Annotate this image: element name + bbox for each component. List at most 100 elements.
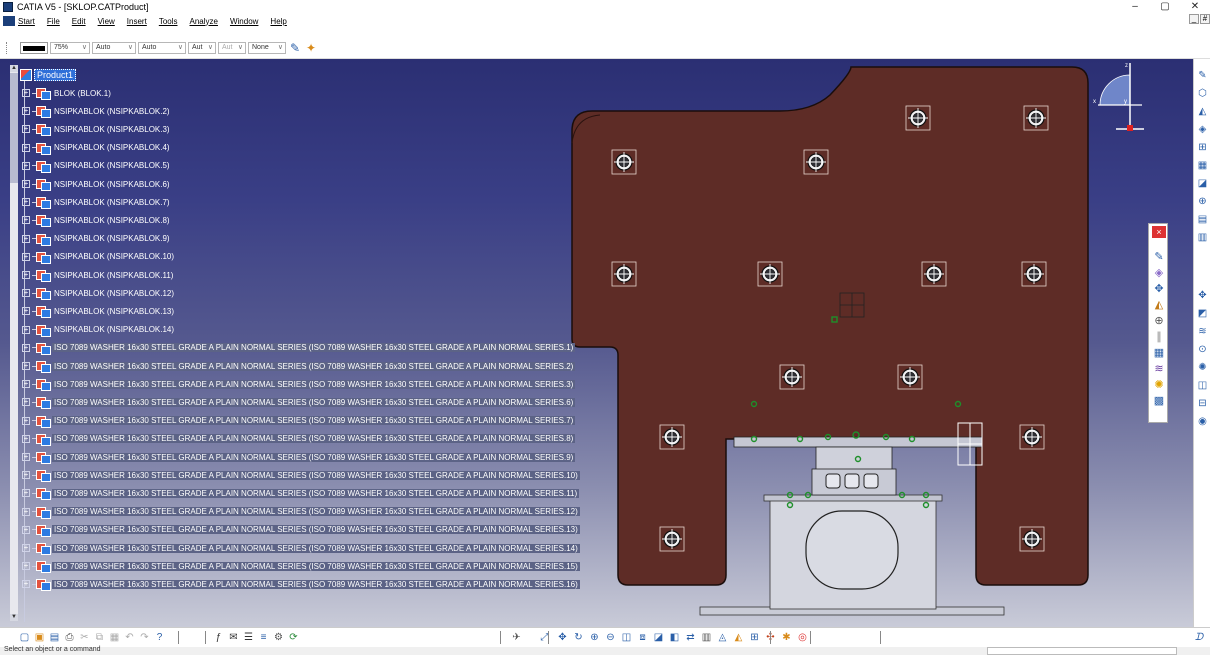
menu-file[interactable]: File [47, 17, 60, 26]
fly-icon[interactable]: ✈ [510, 631, 523, 644]
expand-icon[interactable]: + [22, 216, 30, 225]
expand-icon[interactable]: + [22, 271, 30, 279]
expand-icon[interactable]: + [22, 125, 30, 134]
analysis-icon[interactable]: ⊕ [1196, 195, 1209, 208]
tree-node[interactable]: + ISO 7089 WASHER 16x30 STEEL GRADE A PLA… [22, 377, 576, 392]
update-icon[interactable]: ⟳ [287, 631, 300, 644]
scroll-down-icon[interactable]: ▼ [10, 614, 18, 621]
tree-node[interactable]: + NSIPKABLOK (NSIPKABLOK.8) [22, 213, 172, 228]
tree-node[interactable]: + NSIPKABLOK (NSIPKABLOK.2) [22, 104, 172, 119]
space-icon[interactable]: ⊞ [748, 631, 761, 644]
snap-icon[interactable]: ◎ [796, 631, 809, 644]
doc-restore-button[interactable]: # [1200, 14, 1210, 24]
properties-icon[interactable]: ☰ [242, 631, 255, 644]
doc-minimize-button[interactable]: _ [1189, 14, 1199, 24]
scene-icon[interactable]: ▤ [1196, 213, 1209, 226]
scroll-thumb[interactable] [10, 73, 18, 183]
tree-node[interactable]: + ISO 7089 WASHER 16x30 STEEL GRADE A PLA… [22, 541, 580, 555]
assembly-icon[interactable]: ▥ [1196, 231, 1209, 244]
material-icon[interactable]: ◉ [1196, 415, 1209, 428]
fit-all-icon[interactable]: ⤢ [538, 631, 551, 644]
macro-icon[interactable]: ⚙ [272, 631, 285, 644]
sketch-icon[interactable]: ✎ [1196, 69, 1209, 82]
tree-node[interactable]: + NSIPKABLOK (NSIPKABLOK.11) [22, 268, 175, 282]
expand-icon[interactable]: + [22, 453, 30, 461]
tree-node[interactable]: + ISO 7089 WASHER 16x30 STEEL GRADE A PLA… [22, 559, 580, 574]
expand-icon[interactable]: + [22, 398, 30, 407]
print-icon[interactable]: ⎙ [63, 631, 76, 644]
tree-node[interactable]: + ISO 7089 WASHER 16x30 STEEL GRADE A PLA… [22, 414, 576, 428]
tree-node[interactable]: + ISO 7089 WASHER 16x30 STEEL GRADE A PLA… [22, 486, 580, 501]
line-type-select[interactable]: Auto ∨ [138, 42, 186, 54]
expand-icon[interactable]: + [22, 416, 30, 425]
section-icon[interactable]: ⊙ [1196, 343, 1209, 356]
formula-icon[interactable]: ƒ [212, 631, 225, 644]
tree-node[interactable]: + NSIPKABLOK (NSIPKABLOK.4) [22, 141, 172, 155]
tree-node[interactable]: + NSIPKABLOK (NSIPKABLOK.6) [22, 177, 172, 191]
redo-icon[interactable]: ↷ [138, 631, 151, 644]
view-icon[interactable]: ⊟ [1196, 397, 1209, 410]
menu-window[interactable]: Window [230, 17, 258, 26]
line-icon[interactable]: ◈ [1196, 123, 1209, 136]
copy-icon[interactable]: ⧉ [93, 631, 106, 644]
sketch-icon[interactable]: ✎ [1152, 250, 1166, 264]
expand-icon[interactable]: + [22, 544, 30, 552]
menu-view[interactable]: View [98, 17, 115, 26]
tree-node[interactable]: + NSIPKABLOK (NSIPKABLOK.5) [22, 159, 172, 173]
tree-node[interactable]: + ISO 7089 WASHER 16x30 STEEL GRADE A PLA… [22, 523, 580, 537]
expand-icon[interactable]: + [22, 562, 30, 571]
analysis-icon[interactable]: ◭ [732, 631, 745, 644]
expand-icon[interactable]: + [22, 580, 30, 589]
constraint-icon[interactable]: ⊕ [1152, 314, 1166, 328]
expand-icon[interactable]: + [22, 180, 30, 188]
normal-view-icon[interactable]: ◫ [620, 631, 633, 644]
rotate-icon[interactable]: ↻ [572, 631, 585, 644]
layer-select-2[interactable]: Aut ∨ [218, 42, 246, 54]
point-icon[interactable]: ✥ [1152, 282, 1166, 296]
point-icon[interactable]: ◭ [1196, 105, 1209, 118]
pattern-icon[interactable]: ▦ [1196, 159, 1209, 172]
scroll-up-icon[interactable]: ▲ [10, 65, 18, 72]
tree-node[interactable]: + BLOK (BLOK.1) [22, 86, 113, 100]
plane-icon[interactable]: ⬡ [1196, 87, 1209, 100]
compass[interactable]: z x y [1090, 59, 1150, 134]
close-icon[interactable]: × [1152, 226, 1166, 238]
tree-node[interactable]: + ISO 7089 WASHER 16x30 STEEL GRADE A PLA… [22, 341, 576, 355]
menu-help[interactable]: Help [270, 17, 286, 26]
toolbar-grip[interactable] [6, 42, 8, 54]
tree-node[interactable]: + ISO 7089 WASHER 16x30 STEEL GRADE A PLA… [22, 395, 576, 410]
undo-icon[interactable]: ↶ [123, 631, 136, 644]
layer-icon[interactable]: ≡ [257, 631, 270, 644]
tree-node[interactable]: + ISO 7089 WASHER 16x30 STEEL GRADE A PLA… [22, 468, 580, 483]
expand-icon[interactable]: + [22, 362, 30, 370]
expand-icon[interactable]: + [22, 434, 30, 443]
expand-icon[interactable]: + [22, 89, 30, 97]
layer-filter-select[interactable]: None ∨ [248, 42, 286, 54]
document-icon[interactable] [3, 16, 15, 26]
expand-icon[interactable]: + [22, 107, 30, 116]
expand-icon[interactable]: + [22, 525, 30, 534]
menu-tools[interactable]: Tools [159, 17, 178, 26]
tree-node[interactable]: + NSIPKABLOK (NSIPKABLOK.9) [22, 232, 172, 246]
render-icon[interactable]: ◫ [1196, 379, 1209, 392]
menu-insert[interactable]: Insert [127, 17, 147, 26]
tree-node[interactable]: + NSIPKABLOK (NSIPKABLOK.10) [22, 250, 176, 264]
line-color-swatch[interactable] [20, 42, 48, 54]
swap-icon[interactable]: ⇄ [684, 631, 697, 644]
tree-node[interactable]: + ISO 7089 WASHER 16x30 STEEL GRADE A PLA… [22, 577, 580, 592]
menu-analyze[interactable]: Analyze [190, 17, 218, 26]
comment-icon[interactable]: ✉ [227, 631, 240, 644]
tree-node[interactable]: + NSIPKABLOK (NSIPKABLOK.14) [22, 323, 176, 337]
layer-select-1[interactable]: Aut ∨ [188, 42, 216, 54]
views-icon[interactable]: ⧈ [636, 631, 649, 644]
tree-node[interactable]: + NSIPKABLOK (NSIPKABLOK.12) [22, 286, 176, 301]
catalog-icon[interactable]: ▥ [700, 631, 713, 644]
expand-icon[interactable]: + [22, 507, 30, 516]
zoom-out-icon[interactable]: ⊖ [604, 631, 617, 644]
expand-icon[interactable]: + [22, 289, 30, 298]
plane-icon[interactable]: ◈ [1152, 266, 1166, 280]
tree-node[interactable]: + ISO 7089 WASHER 16x30 STEEL GRADE A PLA… [22, 432, 576, 446]
explode-icon[interactable]: ◩ [1196, 307, 1209, 320]
pan-icon[interactable]: ✥ [556, 631, 569, 644]
expand-icon[interactable]: + [22, 161, 30, 170]
